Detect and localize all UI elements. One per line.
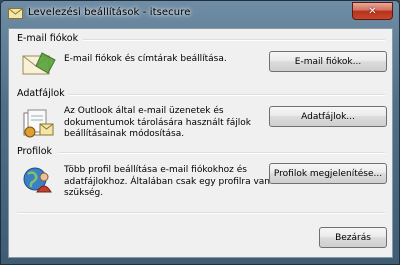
close-icon: ✕ <box>368 5 377 17</box>
profiles-section-description-line-3: szükség. <box>64 188 104 198</box>
data-section-divider <box>68 94 385 96</box>
close-button[interactable]: Bezárás <box>319 227 387 248</box>
dialog-content: E-mail fiókok E-mail fiókok és címtárak … <box>8 28 393 258</box>
envelope-icon <box>22 52 56 79</box>
dialog-window: Levelezési beállítások - itsecure ✕ E-ma… <box>0 0 400 265</box>
data-section-description-line-1: Az Outlook által e-mail üzenetek és <box>64 106 224 116</box>
window-title: Levelezési beállítások - itsecure <box>28 7 191 18</box>
data-files-button[interactable]: Adatfájlok... <box>269 106 387 127</box>
data-section-title: Adatfájlok <box>17 88 65 99</box>
email-section-title: E-mail fiókok <box>17 33 79 44</box>
footer-divider <box>17 212 385 214</box>
profiles-icon <box>22 165 54 198</box>
title-bar[interactable]: Levelezési beállítások - itsecure ✕ <box>1 1 399 27</box>
mail-setup-icon <box>8 7 23 20</box>
window-close-button[interactable]: ✕ <box>352 2 393 20</box>
email-accounts-button[interactable]: E-mail fiókok... <box>269 51 387 72</box>
data-section-description-line-3: beállításainak módosítása. <box>64 129 185 139</box>
profiles-section-title: Profilok <box>17 146 53 157</box>
profiles-section-description-line-2: adatfájlokhoz. Általában csak egy profil… <box>64 176 271 187</box>
email-section-divider <box>83 39 385 41</box>
profiles-section-divider <box>59 152 385 154</box>
data-section-description-line-2: dokumentumok tárolására használt fájlok <box>64 117 251 128</box>
data-files-icon <box>22 109 56 142</box>
email-section-description: E-mail fiókok és címtárak beállítása. <box>64 54 227 64</box>
show-profiles-button[interactable]: Profilok megjelenítése... <box>269 163 387 184</box>
profiles-section-description-line-1: Több profil beállítása e-mail fiókokhoz … <box>64 165 247 175</box>
